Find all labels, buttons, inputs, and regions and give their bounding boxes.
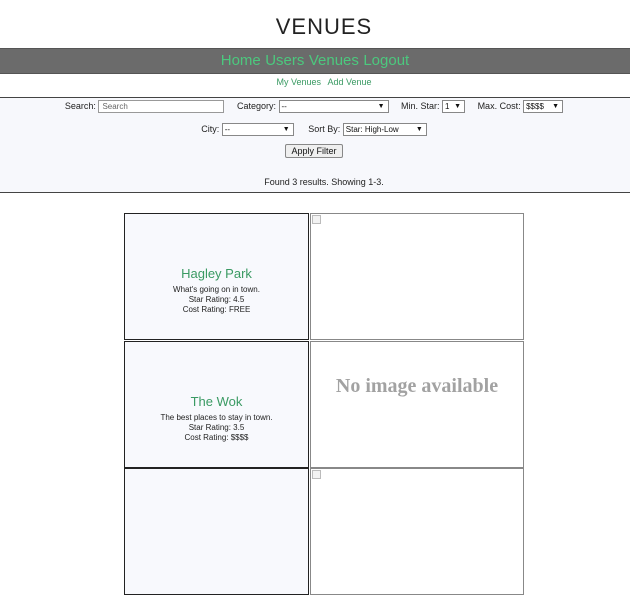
venue-star-rating: Star Rating: 3.5	[188, 423, 245, 432]
venue-card: Hagley Park What's going on in town. Sta…	[124, 213, 309, 340]
sort-value: Star: High-Low	[345, 125, 399, 134]
venue-tagline: What's going on in town.	[173, 285, 260, 294]
city-select[interactable]: -- ▼	[221, 123, 294, 136]
no-image-placeholder: No image available	[335, 375, 499, 397]
venue-subnav: My Venues Add Venue	[0, 77, 630, 87]
chevron-down-icon: ▼	[415, 126, 423, 133]
main-navbar: Home Users Venues Logout	[0, 48, 630, 74]
category-label: Category:	[236, 100, 276, 111]
venue-star-rating: Star Rating: 4.5	[188, 295, 245, 304]
min-star-value: 1	[445, 102, 450, 111]
max-cost-value: $$$$	[526, 102, 544, 111]
my-venues-link[interactable]: My Venues	[276, 77, 321, 87]
max-cost-select[interactable]: $$$$ ▼	[523, 100, 564, 113]
max-cost-label: Max. Cost:	[477, 100, 521, 111]
sort-label: Sort By:	[308, 123, 341, 134]
sort-select[interactable]: Star: High-Low ▼	[342, 123, 427, 136]
venue-cost-rating: Cost Rating: $$$$	[184, 433, 249, 442]
broken-image-icon	[312, 470, 321, 479]
venue-card: The Wok The best places to stay in town.…	[124, 341, 309, 468]
nav-users-link[interactable]: Users	[265, 52, 304, 69]
min-star-label: Min. Star:	[401, 100, 440, 111]
chevron-down-icon: ▼	[377, 103, 385, 110]
category-select[interactable]: -- ▼	[278, 100, 389, 113]
venue-image[interactable]	[310, 213, 524, 340]
city-label: City:	[201, 123, 220, 134]
page-title: VENUES	[275, 14, 373, 39]
venue-name-link[interactable]: The Wok	[125, 394, 308, 409]
venue-card	[124, 468, 309, 595]
venue-image[interactable]	[310, 468, 524, 595]
venue-tagline: The best places to stay in town.	[160, 413, 273, 422]
chevron-down-icon: ▼	[552, 103, 560, 110]
apply-filter-button[interactable]: Apply Filter	[285, 144, 343, 158]
nav-home-link[interactable]: Home	[221, 52, 261, 69]
category-value: --	[281, 102, 287, 111]
search-input[interactable]: Search	[98, 100, 225, 113]
add-venue-link[interactable]: Add Venue	[328, 77, 372, 87]
city-value: --	[224, 125, 231, 134]
nav-logout-link[interactable]: Logout	[363, 52, 409, 69]
search-label: Search:	[64, 100, 96, 111]
venue-image[interactable]: No image available	[310, 341, 524, 468]
min-star-select[interactable]: 1 ▼	[442, 100, 466, 113]
nav-venues-link[interactable]: Venues	[309, 52, 359, 69]
venue-cost-rating: Cost Rating: FREE	[182, 305, 251, 314]
broken-image-icon	[312, 215, 321, 224]
chevron-down-icon: ▼	[282, 126, 290, 133]
venue-name-link[interactable]: Hagley Park	[125, 266, 308, 281]
chevron-down-icon: ▼	[454, 103, 462, 110]
results-summary: Found 3 results. Showing 1-3.	[264, 177, 384, 187]
